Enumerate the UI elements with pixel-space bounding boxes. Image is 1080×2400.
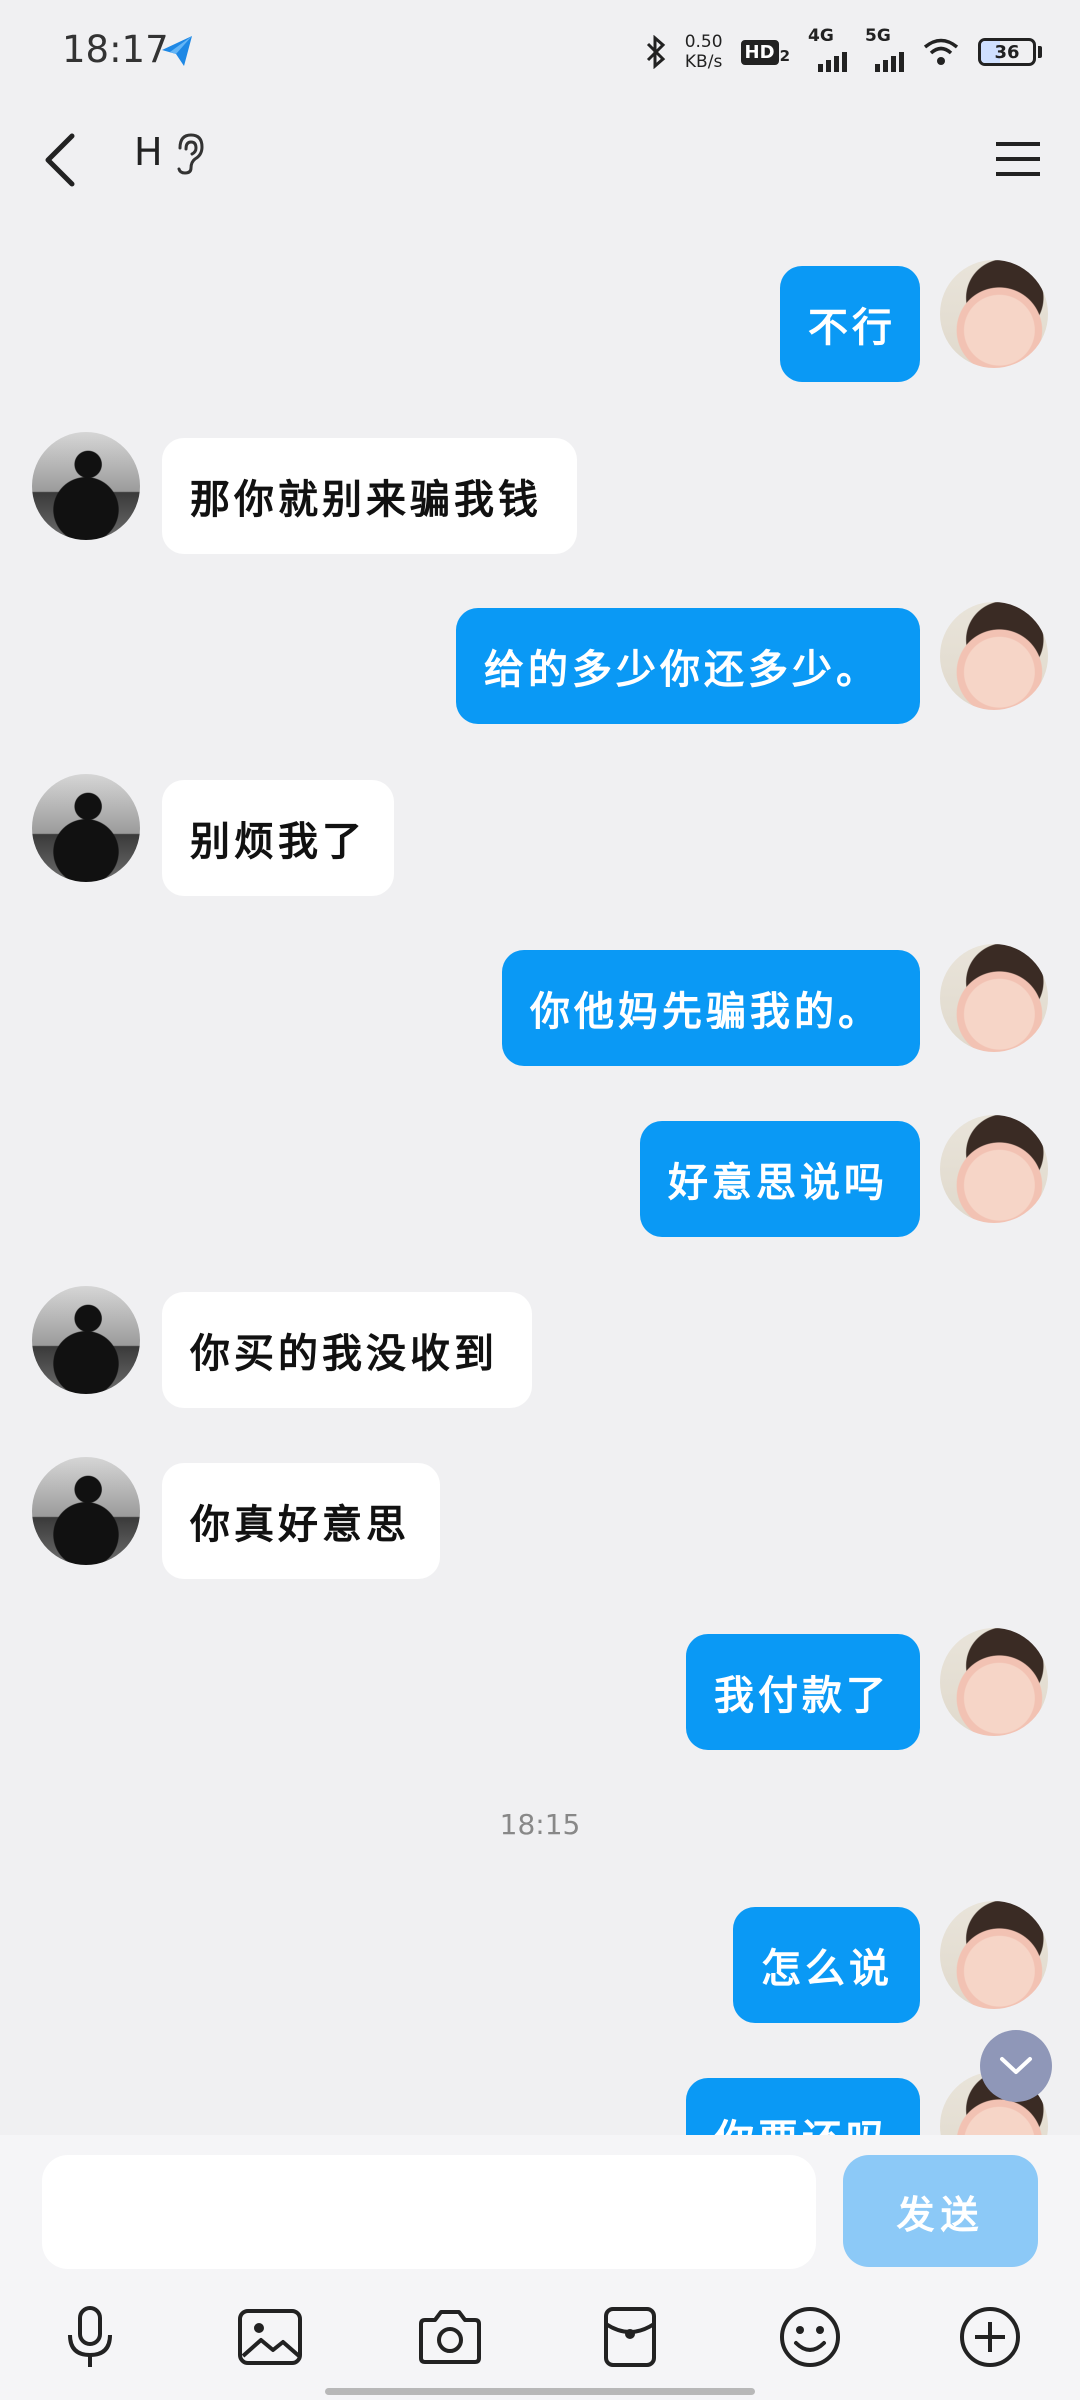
message-text: 我付款了 [714, 1673, 890, 1719]
time-divider: 18:15 [499, 1808, 581, 1841]
my-avatar[interactable] [940, 1901, 1048, 2009]
message-text: 怎么说 [761, 1946, 893, 1992]
message-bubble-outgoing[interactable]: 你要还吗 [686, 2078, 920, 2135]
contact-avatar[interactable] [32, 1286, 140, 1394]
voice-button[interactable] [50, 2297, 130, 2377]
red-packet-button[interactable] [590, 2297, 670, 2377]
camera-button[interactable] [410, 2297, 490, 2377]
emoji-icon [780, 2307, 840, 2367]
sim1-label: 4G [808, 26, 834, 46]
red-packet-icon [604, 2307, 656, 2367]
my-avatar[interactable] [940, 260, 1048, 368]
message-bubble-incoming[interactable]: 别烦我了 [162, 780, 394, 896]
network-speed: 0.50 KB/s [685, 32, 723, 72]
message-text: 给的多少你还多少。 [484, 647, 880, 693]
my-avatar[interactable] [940, 602, 1048, 710]
message-input[interactable] [42, 2155, 816, 2269]
message-text: 你买的我没收到 [190, 1331, 498, 1377]
home-indicator[interactable] [325, 2388, 755, 2395]
wifi-icon [923, 38, 959, 65]
my-avatar[interactable] [940, 1628, 1048, 1736]
chevron-left-icon [45, 133, 75, 187]
chat-title[interactable]: H [134, 130, 163, 174]
status-bar: 18:17 0.50 KB/s HD 2 4G 5G 36 [0, 0, 1080, 100]
message-text: 别烦我了 [190, 819, 366, 865]
send-button[interactable]: 发送 [843, 2155, 1038, 2267]
send-label: 发送 [896, 2192, 985, 2237]
battery-icon: 36 [978, 38, 1042, 66]
sim2-label: 5G [865, 26, 891, 46]
message-text: 不行 [808, 305, 896, 351]
more-button[interactable] [950, 2297, 1030, 2377]
plus-icon [960, 2307, 1020, 2367]
sim1-signal-icon: 4G [808, 26, 847, 72]
status-indicators: 0.50 KB/s HD 2 4G 5G 36 [645, 26, 1042, 76]
message-text: 你真好意思 [190, 1502, 410, 1548]
gallery-button[interactable] [230, 2297, 310, 2377]
microphone-icon [68, 2306, 112, 2367]
input-area: 发送 [0, 2135, 1080, 2400]
send-app-icon [162, 36, 192, 66]
contact-avatar[interactable] [32, 774, 140, 882]
my-avatar[interactable] [940, 1115, 1048, 1223]
input-toolbar [0, 2297, 1080, 2377]
bluetooth-icon [646, 35, 665, 69]
emoji-button[interactable] [770, 2297, 850, 2377]
net-speed-unit: KB/s [684, 52, 723, 72]
battery-level: 36 [994, 41, 1020, 63]
back-button[interactable] [30, 120, 90, 200]
message-bubble-outgoing[interactable]: 不行 [780, 266, 920, 382]
message-bubble-incoming[interactable]: 你真好意思 [162, 1463, 440, 1579]
hd-indicator: HD 2 [740, 39, 790, 65]
message-text: 你要还吗 [714, 2107, 890, 2135]
chevron-down-icon [1000, 2057, 1032, 2074]
message-bubble-outgoing[interactable]: 给的多少你还多少。 [456, 608, 920, 724]
message-bubble-outgoing[interactable]: 怎么说 [733, 1907, 920, 2023]
sim2-signal-icon: 5G [865, 26, 904, 72]
scroll-to-bottom-button[interactable] [980, 2030, 1052, 2102]
status-time: 18:17 [62, 28, 169, 71]
camera-icon [419, 2310, 481, 2364]
hd-sub: 2 [779, 46, 790, 65]
message-bubble-incoming[interactable]: 那你就别来骗我钱 [162, 438, 577, 554]
chat-header: H [0, 100, 1080, 220]
ear-icon[interactable] [172, 132, 206, 176]
message-text: 你他妈先骗我的。 [530, 989, 882, 1035]
message-bubble-incoming[interactable]: 你买的我没收到 [162, 1292, 532, 1408]
message-text: 那你就别来骗我钱 [190, 477, 542, 523]
message-text: 好意思说吗 [668, 1160, 888, 1206]
message-bubble-outgoing[interactable]: 我付款了 [686, 1634, 920, 1750]
hamburger-menu-icon [996, 142, 1040, 176]
message-bubble-outgoing[interactable]: 好意思说吗 [640, 1121, 920, 1237]
contact-avatar[interactable] [32, 432, 140, 540]
net-speed-value: 0.50 [684, 32, 723, 52]
menu-button[interactable] [986, 124, 1050, 194]
contact-avatar[interactable] [32, 1457, 140, 1565]
message-bubble-outgoing[interactable]: 你他妈先骗我的。 [502, 950, 920, 1066]
image-icon [238, 2309, 302, 2365]
my-avatar[interactable] [940, 944, 1048, 1052]
hd-label: HD [740, 39, 779, 65]
message-list[interactable]: 不行 那你就别来骗我钱 给的多少你还多少。 别烦我了 你他妈先骗我的。 好意思说… [0, 220, 1080, 2135]
